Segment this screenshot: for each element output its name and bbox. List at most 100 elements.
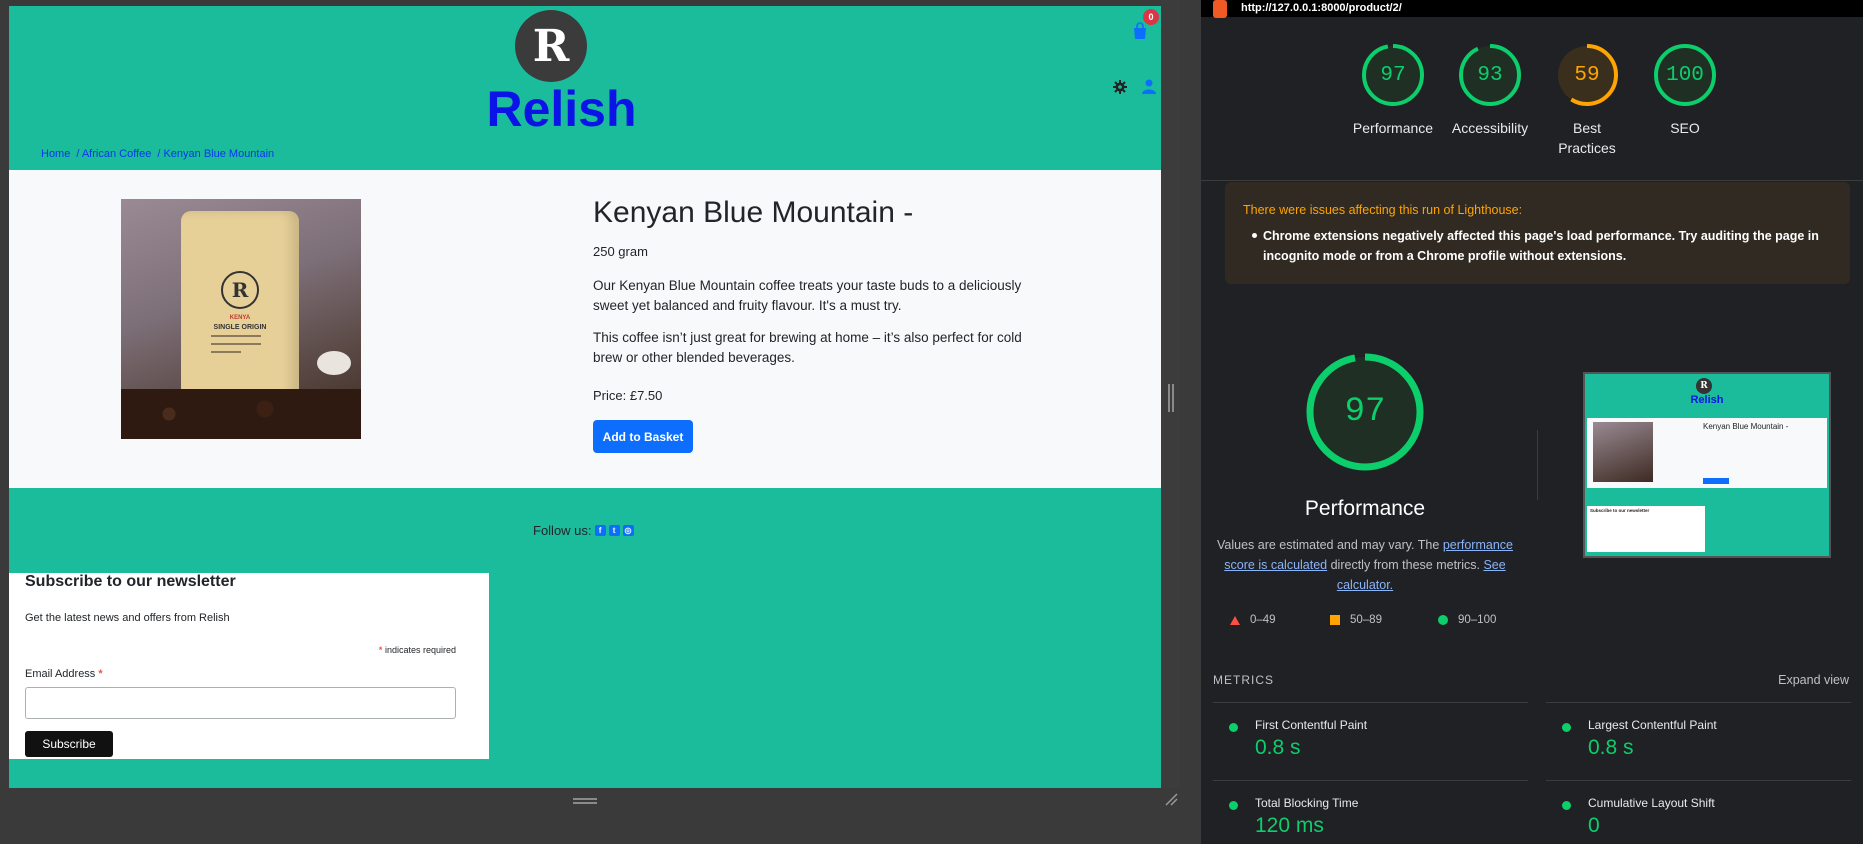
required-note: * indicates required (379, 645, 456, 655)
site-logo[interactable]: R (515, 10, 587, 82)
emulated-page: R Relish 0 Home / African Coffee / Kenya… (9, 6, 1161, 788)
report-url[interactable]: http://127.0.0.1:8000/product/2/ (1241, 2, 1402, 14)
bag-logo: R (221, 271, 259, 309)
square-icon (1330, 615, 1340, 625)
final-screenshot-thumbnail[interactable]: R Relish Kenyan Blue Mountain - Subscrib… (1583, 372, 1831, 558)
required-asterisk: * (98, 668, 103, 680)
pass-dot-icon (1562, 723, 1571, 732)
divider (1213, 780, 1528, 781)
product-weight: 250 gram (593, 244, 648, 259)
description-text: Values are estimated and may vary. The (1216, 538, 1440, 552)
newsletter-subtitle: Get the latest news and offers from Reli… (25, 612, 230, 624)
add-to-basket-button[interactable]: Add to Basket (593, 420, 693, 453)
metric-name: Total Blocking Time (1255, 796, 1359, 810)
basket-count-badge: 0 (1143, 9, 1159, 25)
product-description: Our Kenyan Blue Mountain coffee treats y… (593, 278, 1022, 313)
pass-dot-icon (1229, 801, 1238, 810)
breadcrumb-category[interactable]: / African Coffee (76, 148, 151, 160)
corner-resize-handle[interactable] (1164, 792, 1178, 806)
panel-divider[interactable] (1180, 0, 1201, 844)
legend-pass-label: 90–100 (1458, 614, 1497, 626)
bottom-resize-handle[interactable] (573, 798, 597, 800)
expand-view-toggle[interactable]: Expand view (1778, 673, 1849, 687)
breadcrumb-home[interactable]: Home (41, 148, 70, 160)
lighthouse-icon (1213, 0, 1227, 18)
divider (1213, 702, 1528, 703)
metric-value: 0 (1588, 814, 1600, 837)
breadcrumb: Home / African Coffee / Kenyan Blue Moun… (41, 148, 280, 160)
divider (1537, 430, 1538, 500)
thumbnail-newsletter-title: Subscribe to our newsletter (1590, 508, 1650, 513)
instagram-icon[interactable]: ◎ (622, 525, 634, 536)
pass-dot-icon (1229, 723, 1238, 732)
gauge-score: 93 (1477, 63, 1503, 87)
user-account-icon[interactable] (1141, 78, 1157, 94)
twitter-icon[interactable]: t (608, 525, 620, 536)
email-field[interactable] (25, 687, 456, 719)
product-section: R KENYA SINGLE ORIGIN Kenyan Blue Mounta… (9, 170, 1161, 488)
bullet-dot (1252, 233, 1257, 238)
required-asterisk: * (378, 645, 383, 655)
required-note-text: indicates required (384, 645, 456, 655)
pass-dot-icon (1562, 801, 1571, 810)
gauge-score: 97 (1380, 63, 1406, 87)
follow-label: Follow us: (533, 523, 592, 538)
thumbnail-newsletter: Subscribe to our newsletter (1587, 506, 1705, 552)
email-label-text: Email Address (25, 668, 96, 680)
description-text: directly from these metrics. (1330, 558, 1480, 572)
thumbnail-product-image (1593, 422, 1653, 482)
bag-origin-country: KENYA (229, 315, 251, 321)
legend-average-label: 50–89 (1350, 614, 1382, 626)
product-image: R KENYA SINGLE ORIGIN (121, 199, 361, 439)
legend-pass: 90–100 (1438, 614, 1496, 626)
metric-value: 0.8 s (1255, 736, 1301, 759)
performance-heading: Performance (1304, 497, 1426, 520)
triangle-icon (1230, 615, 1240, 625)
gear-icon[interactable] (1113, 80, 1127, 94)
metric-name: First Contentful Paint (1255, 718, 1368, 732)
divider (1201, 180, 1863, 181)
thumbnail-button (1703, 478, 1729, 484)
newsletter-form: Subscribe to our newsletter Get the late… (9, 573, 489, 759)
metric-value: 120 ms (1255, 814, 1324, 837)
cup (317, 351, 351, 375)
thumbnail-logo: R (1696, 378, 1712, 394)
gauge-label: Best Practices (1558, 120, 1616, 156)
subscribe-button[interactable]: Subscribe (25, 731, 113, 757)
legend-fail: 0–49 (1230, 614, 1276, 626)
gauge-score: 100 (1666, 63, 1704, 87)
logo-letter: R (532, 20, 570, 72)
site-title[interactable]: Relish (9, 80, 1114, 138)
warning-item: Chrome extensions negatively affected th… (1263, 229, 1819, 263)
legend-average: 50–89 (1330, 614, 1382, 626)
performance-score: 97 (1344, 393, 1386, 431)
right-resize-handle[interactable] (1168, 384, 1170, 412)
coffee-bag: R KENYA SINGLE ORIGIN (181, 211, 299, 399)
divider (1546, 780, 1851, 781)
circle-icon (1438, 615, 1448, 625)
legend-fail-label: 0–49 (1250, 614, 1276, 626)
bag-origin-label: SINGLE ORIGIN (213, 324, 267, 331)
metrics-heading: METRICS (1213, 673, 1274, 687)
emulation-right-resize-rail[interactable] (1161, 0, 1180, 810)
bag-text-line (211, 351, 241, 353)
warning-box: There were issues affecting this run of … (1225, 182, 1850, 284)
facebook-icon[interactable]: f (594, 525, 606, 536)
coffee-beans (121, 389, 361, 439)
bag-text-line (211, 343, 261, 345)
warning-title: There were issues affecting this run of … (1243, 203, 1523, 217)
thumbnail-product-name: Kenyan Blue Mountain - (1703, 422, 1789, 431)
follow-us: Follow us: f t ◎ (533, 523, 634, 538)
metric-value: 0.8 s (1588, 736, 1634, 759)
performance-description: Values are estimated and may vary. The p… (1215, 535, 1515, 595)
product-description: This coffee isn’t just great for brewing… (593, 330, 1022, 365)
breadcrumb-product[interactable]: / Kenyan Blue Mountain (157, 148, 274, 160)
product-price: Price: £7.50 (593, 388, 663, 403)
gauge-label: Accessibility (1451, 120, 1529, 136)
divider (1546, 702, 1851, 703)
lighthouse-report: http://127.0.0.1:8000/product/2/ 97 Perfo… (1201, 0, 1863, 844)
gauge-label: Performance (1352, 120, 1434, 136)
gauge-label: SEO (1670, 120, 1700, 136)
bag-text-line (211, 335, 261, 337)
emulation-left-rail (0, 0, 9, 810)
